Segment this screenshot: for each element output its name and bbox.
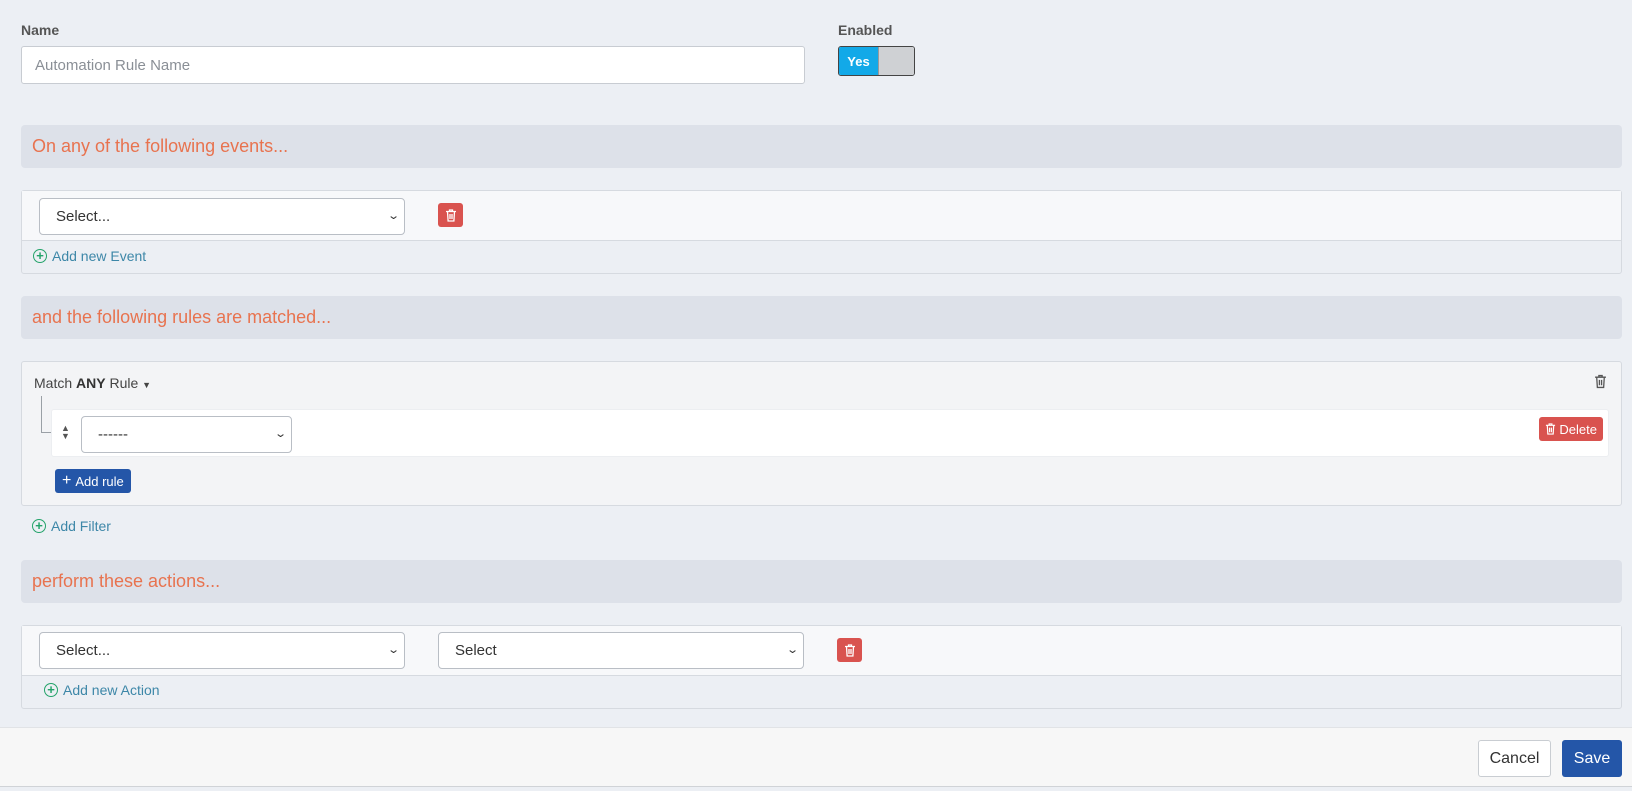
- caret-down-icon: ▼: [142, 380, 152, 390]
- add-new-event-label: Add new Event: [52, 248, 147, 264]
- plus-icon: +: [62, 472, 72, 489]
- plus-circle-icon: +: [44, 683, 58, 697]
- chevron-down-icon: ⌄: [785, 644, 799, 656]
- add-new-action-label: Add new Action: [63, 682, 160, 698]
- event-select[interactable]: Select... ⌄: [39, 198, 405, 235]
- rules-heading: and the following rules are matched...: [21, 296, 1622, 339]
- action-target-select[interactable]: Select ⌄: [438, 632, 804, 669]
- rule-name-input[interactable]: [21, 46, 805, 84]
- action-select[interactable]: Select... ⌄: [39, 632, 405, 669]
- chevron-down-icon: ⌄: [386, 644, 400, 656]
- save-button[interactable]: Save: [1562, 740, 1622, 777]
- trash-icon[interactable]: [1594, 374, 1607, 394]
- rules-panel: Match ANY Rule ▼ ▲ ▼ ------ ⌄ Delete + Ad…: [21, 361, 1622, 506]
- plus-circle-icon: +: [33, 249, 47, 263]
- trash-icon: [844, 643, 855, 657]
- actions-heading: perform these actions...: [21, 560, 1622, 603]
- modal-footer: Cancel Save: [0, 727, 1632, 787]
- rule-row: ▲ ▼ ------ ⌄ Delete: [51, 409, 1609, 457]
- name-label: Name: [21, 22, 60, 38]
- match-mode-value: ANY: [76, 375, 106, 391]
- enabled-label: Enabled: [838, 22, 893, 38]
- event-select-value: Select...: [56, 208, 111, 225]
- toggle-knob: [878, 47, 914, 75]
- actions-panel: Select... ⌄ Select ⌄ + Add new Action: [21, 625, 1622, 709]
- event-row: Select... ⌄: [22, 191, 1621, 241]
- delete-rule-button[interactable]: Delete: [1539, 417, 1603, 441]
- delete-label: Delete: [1559, 421, 1597, 437]
- enabled-toggle[interactable]: Yes: [838, 46, 915, 76]
- rule-select-value: ------: [98, 426, 128, 443]
- events-heading: On any of the following events...: [21, 125, 1622, 168]
- add-filter-label: Add Filter: [51, 518, 111, 534]
- add-filter-link[interactable]: + Add Filter: [32, 518, 111, 534]
- events-panel: Select... ⌄ + Add new Event: [21, 190, 1622, 274]
- delete-action-button[interactable]: [837, 638, 862, 662]
- match-prefix: Match: [34, 375, 73, 391]
- trash-icon: [1546, 423, 1556, 435]
- add-rule-label: Add rule: [75, 473, 124, 489]
- match-mode-dropdown[interactable]: Match ANY Rule ▼: [34, 375, 151, 391]
- toggle-yes-label: Yes: [839, 47, 878, 75]
- cancel-button[interactable]: Cancel: [1478, 740, 1551, 777]
- drag-handle-icon[interactable]: ▲ ▼: [61, 424, 70, 441]
- action-select-value: Select...: [56, 642, 111, 659]
- add-rule-button[interactable]: + Add rule: [55, 469, 131, 493]
- plus-circle-icon: +: [32, 519, 46, 533]
- action-target-select-value: Select: [455, 642, 497, 659]
- chevron-down-icon: ⌄: [273, 428, 287, 440]
- delete-event-button[interactable]: [438, 203, 463, 227]
- action-row: Select... ⌄ Select ⌄: [22, 626, 1621, 676]
- rule-field-select[interactable]: ------ ⌄: [81, 416, 292, 453]
- chevron-down-icon: ⌄: [386, 210, 400, 222]
- trash-icon: [445, 208, 456, 222]
- tree-connector: [41, 396, 51, 433]
- add-new-action-link[interactable]: + Add new Action: [44, 682, 160, 698]
- match-suffix: Rule: [109, 375, 139, 391]
- add-new-event-link[interactable]: + Add new Event: [33, 248, 146, 264]
